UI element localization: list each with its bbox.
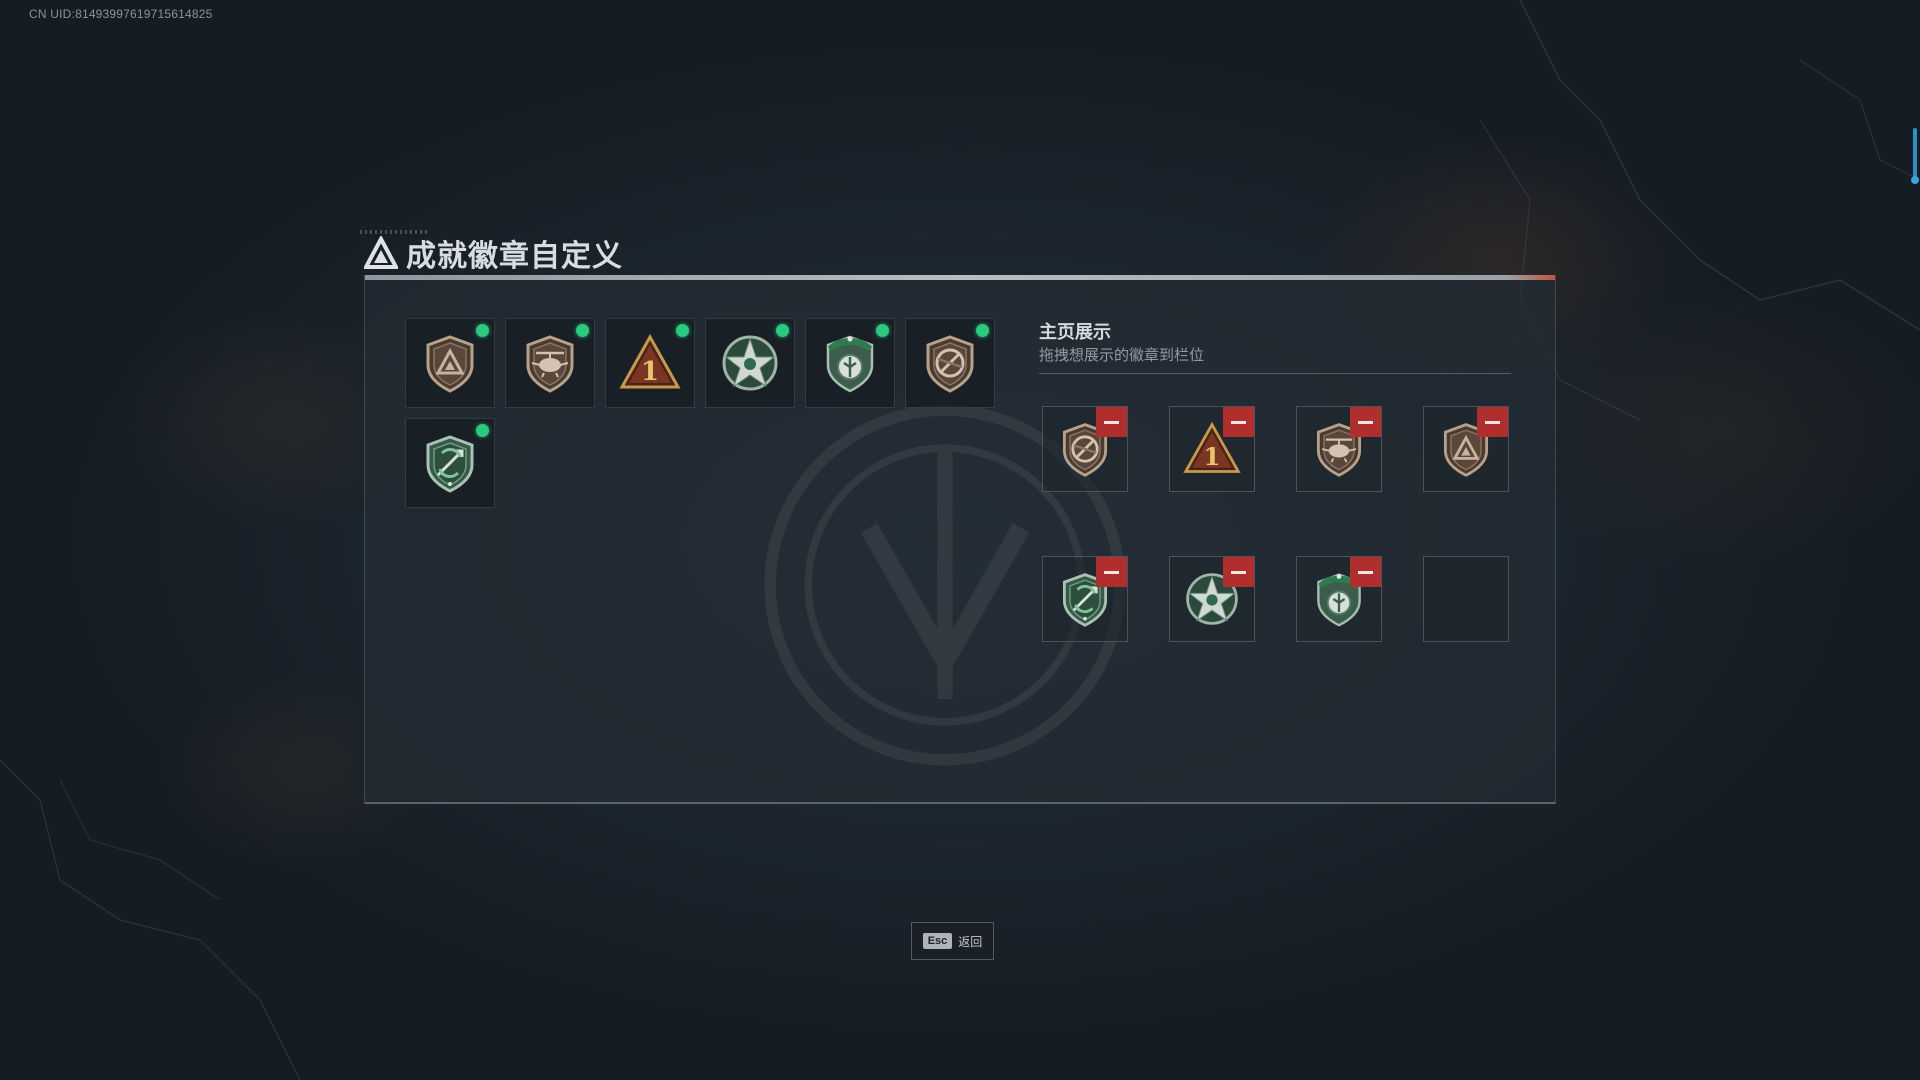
bronze-helicopter-shield-icon <box>526 335 574 393</box>
scroll-indicator[interactable] <box>1911 128 1919 184</box>
triangle-logo-icon <box>364 236 398 269</box>
owned-badge-2[interactable] <box>505 318 595 408</box>
showcase-title: 主页展示 <box>1039 322 1111 343</box>
remove-badge-button[interactable] <box>1223 407 1254 437</box>
remove-badge-button[interactable] <box>1096 557 1127 587</box>
remove-badge-button[interactable] <box>1477 407 1508 437</box>
equipped-indicator-icon <box>976 324 989 337</box>
equipped-indicator-icon <box>776 324 789 337</box>
bronze-triangle-shield-icon <box>426 335 474 393</box>
minus-icon <box>1104 420 1119 424</box>
showcase-slot-2[interactable]: 1 <box>1169 406 1255 492</box>
remove-badge-button[interactable] <box>1223 557 1254 587</box>
remove-badge-button[interactable] <box>1096 407 1127 437</box>
equipped-indicator-icon <box>676 324 689 337</box>
equipped-indicator-icon <box>876 324 889 337</box>
owned-badge-4[interactable] <box>705 318 795 408</box>
showcase-subtitle: 拖拽想展示的徽章到栏位 <box>1039 346 1205 364</box>
remove-badge-button[interactable] <box>1350 407 1381 437</box>
equipped-indicator-icon <box>476 324 489 337</box>
bronze-no-weapon-shield-icon <box>926 335 974 393</box>
panel-top-border <box>365 275 1555 280</box>
remove-badge-button[interactable] <box>1350 557 1381 587</box>
owned-badge-3[interactable]: 1 <box>605 318 695 408</box>
equipped-indicator-icon <box>476 424 489 437</box>
minus-icon <box>1231 420 1246 424</box>
showcase-slot-4[interactable] <box>1423 406 1509 492</box>
back-label: 返回 <box>958 934 983 949</box>
minus-icon <box>1104 570 1119 574</box>
green-beret-shield-icon <box>826 335 874 393</box>
owned-badge-6[interactable] <box>905 318 995 408</box>
showcase-slot-8[interactable] <box>1423 556 1509 642</box>
badge-number-text: 1 <box>641 357 659 387</box>
showcase-slot-5[interactable] <box>1042 556 1128 642</box>
badge-number-text: 1 <box>1204 442 1221 471</box>
esc-key-icon: Esc <box>922 933 953 949</box>
showcase-slot-3[interactable] <box>1296 406 1382 492</box>
back-button[interactable]: Esc 返回 <box>911 922 994 960</box>
green-star-compass-icon <box>722 335 778 391</box>
page-header: 成就徽章自定义 <box>364 233 623 274</box>
badge-customize-panel: 1 主页展示 拖拽想展示的徽章到栏位 1 <box>364 275 1556 804</box>
owned-badge-grid: 1 <box>405 318 995 508</box>
equipped-indicator-icon <box>576 324 589 337</box>
owned-badge-1[interactable] <box>405 318 495 408</box>
showcase-divider <box>1039 373 1511 374</box>
green-crossed-arrows-shield-icon <box>426 435 474 493</box>
gold-number-one-triangle-icon: 1 <box>619 333 681 389</box>
showcase-slot-grid: 1 <box>1042 406 1509 642</box>
minus-icon <box>1485 420 1500 424</box>
page-title: 成就徽章自定义 <box>406 239 623 274</box>
showcase-slot-6[interactable] <box>1169 556 1255 642</box>
showcase-slot-1[interactable] <box>1042 406 1128 492</box>
showcase-slot-7[interactable] <box>1296 556 1382 642</box>
minus-icon <box>1358 420 1373 424</box>
player-uid: CN UID:81493997619715614825 <box>29 7 213 21</box>
minus-icon <box>1231 570 1246 574</box>
owned-badge-7[interactable] <box>405 418 495 508</box>
minus-icon <box>1358 570 1373 574</box>
owned-badge-5[interactable] <box>805 318 895 408</box>
